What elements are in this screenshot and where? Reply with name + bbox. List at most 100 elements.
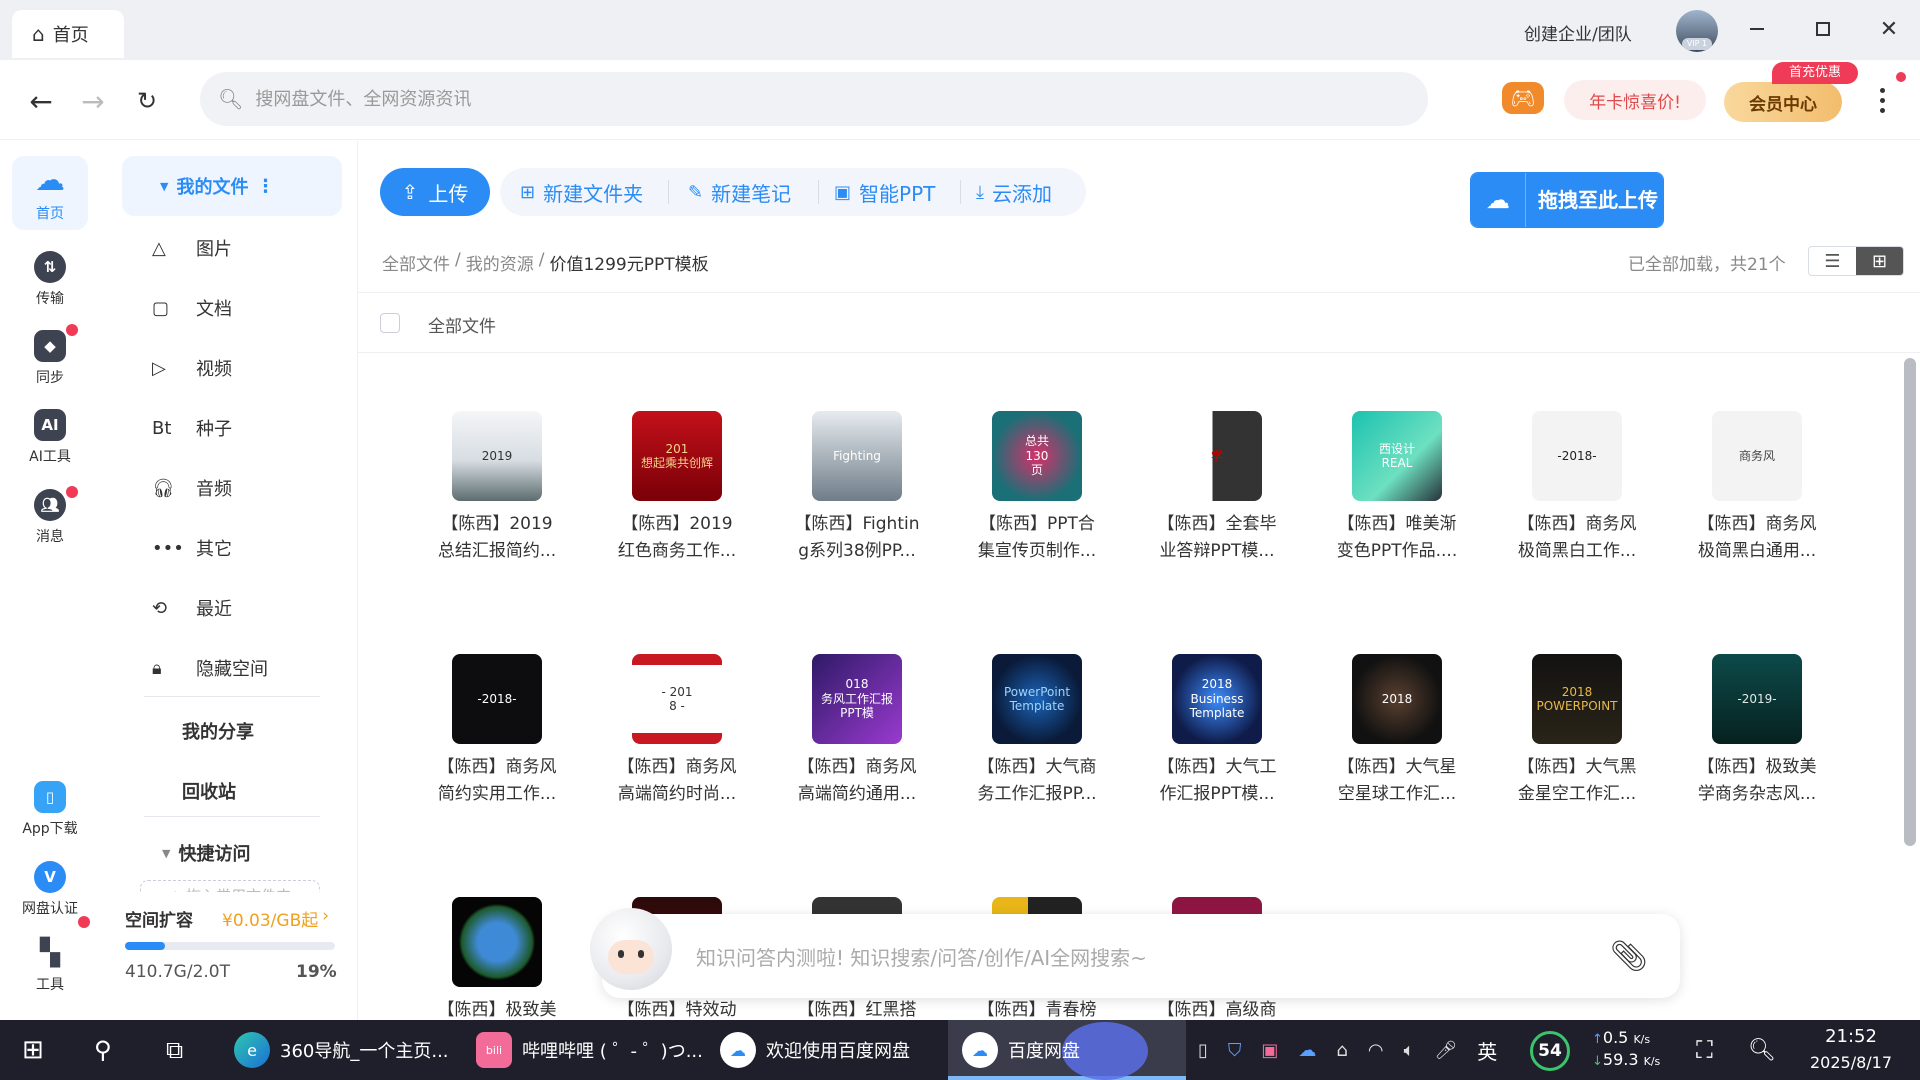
left-nav-sync[interactable]: ◆ 同步 [0, 319, 100, 397]
file-item[interactable]: -2019- 【陈西】极致美 学商务杂志风... [1682, 654, 1832, 830]
left-nav-app-download[interactable]: ▯ App下载 [0, 770, 100, 848]
magnifier-button[interactable]: 🔍︎ [1748, 1020, 1776, 1080]
avatar[interactable]: VIP 1 [1676, 10, 1718, 52]
file-item[interactable]: Fighting 【陈西】Fightin g系列38例PP... [782, 411, 932, 587]
left-nav-message[interactable]: 👥︎ 消息 [0, 478, 100, 556]
sidebar-item-pictures[interactable]: △ 图片 [150, 226, 350, 270]
taskbar-app-baidu[interactable]: ☁︎ 百度网盘 [962, 1020, 1080, 1080]
search-bar[interactable]: 🔍︎ [200, 72, 1428, 126]
wifi-icon[interactable]: ◠ [1368, 1040, 1384, 1061]
left-nav-home[interactable]: ☁︎ 首页 [0, 154, 100, 232]
task-view-icon: ⧉ [166, 1036, 184, 1064]
sidebar-item-audio[interactable]: 🎧︎ 音频 [150, 466, 350, 510]
left-nav-ai-tool[interactable]: AI AI工具 [0, 398, 100, 476]
sidebar-item-hidden[interactable]: 🔒︎ 隐藏空间 [150, 646, 350, 690]
microphone-icon[interactable]: 🎤︎ [1434, 1040, 1457, 1061]
taskbar-app-360[interactable]: e 360导航_一个主页... [234, 1020, 449, 1080]
home-tab[interactable]: ⌂ 首页 [12, 10, 124, 58]
space-expand-price-link[interactable]: ¥0.03/GB起 › [222, 906, 329, 931]
member-center-button[interactable]: 会员中心 [1724, 82, 1842, 122]
file-item[interactable]: 学【陈西】全套毕 业答辩PPT模... [1142, 411, 1292, 587]
scrollbar[interactable] [1904, 358, 1916, 846]
file-item[interactable]: 【陈西】极致美 [422, 897, 572, 1020]
upload-button[interactable]: ⇪ 上传 [380, 168, 490, 216]
create-team-link[interactable]: 创建企业/团队 [1524, 20, 1632, 45]
tray-app-icon[interactable]: ▯ [1198, 1040, 1208, 1061]
breadcrumb-my-resources[interactable]: 我的资源 [466, 250, 534, 275]
search-input[interactable] [255, 88, 1356, 110]
grid-view-button[interactable]: ⊞ [1856, 247, 1903, 275]
cloud-add-button[interactable]: ⤓ 云添加 [976, 169, 1052, 215]
file-item[interactable]: 商务风 【陈西】商务风 极简黑白通用... [1682, 411, 1832, 587]
start-button[interactable]: ⊞ [22, 1020, 44, 1080]
recycle-bin-link[interactable]: 回收站 [182, 778, 236, 804]
device-icon[interactable]: ⌂ [1336, 1040, 1347, 1061]
home-tab-label: 首页 [52, 25, 89, 46]
file-item[interactable]: -2018- 【陈西】商务风 极简黑白工作... [1502, 411, 1652, 587]
baidu-tray-icon[interactable]: ☁︎ [1298, 1040, 1316, 1061]
sidebar-item-docs[interactable]: ▢ 文档 [150, 286, 350, 330]
file-item[interactable]: 总共 130 页【陈西】PPT合 集宣传页制作... [962, 411, 1112, 587]
breadcrumb-all[interactable]: 全部文件 [382, 250, 450, 275]
bilibili-tray-icon[interactable]: ▣ [1261, 1040, 1278, 1061]
game-icon[interactable]: 🎮︎ [1502, 82, 1544, 114]
new-folder-button[interactable]: ⊞ 新建文件夹 [520, 169, 643, 215]
more-menu-button[interactable] [1868, 80, 1896, 120]
breadcrumb: 全部文件 / 我的资源 / 价值1299元PPT模板 [382, 250, 709, 275]
smart-ppt-button[interactable]: ▣ 智能PPT [834, 169, 935, 215]
left-nav-tools[interactable]: ▚ 工具 [0, 926, 100, 1004]
new-note-button[interactable]: ✎ 新建笔记 [688, 169, 791, 215]
year-card-button[interactable]: 年卡惊喜价! [1564, 80, 1706, 120]
restore-button[interactable] [1808, 14, 1838, 44]
task-view-button[interactable]: ⧉ [166, 1020, 183, 1080]
quick-access-header[interactable]: ▼ 快捷访问 [162, 840, 250, 866]
new-note-label: 新建笔记 [711, 181, 792, 206]
ime-indicator[interactable]: 英 [1477, 1036, 1497, 1065]
shield-icon[interactable]: ⛉ [1228, 1040, 1242, 1061]
file-item[interactable]: 2018 【陈西】大气星 空星球工作汇... [1322, 654, 1472, 830]
video-icon: ▷ [152, 357, 166, 379]
close-button[interactable]: ✕ [1874, 14, 1904, 44]
back-button[interactable]: ← [24, 84, 58, 118]
minimize-button[interactable] [1742, 14, 1772, 44]
file-item[interactable]: 2018 POWERPOINT 【陈西】大气黑 金星空工作汇... [1502, 654, 1652, 830]
view-toggle: ☰ ⊞ [1808, 246, 1904, 276]
drag-upload-button[interactable]: ☁︎ 拖拽至此上传 [1470, 172, 1664, 228]
file-item[interactable]: PowerPoint Template 【陈西】大气商 务工作汇报PP... [962, 654, 1112, 830]
paperclip-icon[interactable]: 📎︎ [1610, 939, 1648, 974]
sidebar-item-recent[interactable]: ⟲ 最近 [150, 586, 350, 630]
quick-access-label: 快捷访问 [178, 844, 251, 865]
file-name: 【陈西】2019 红色商务工作... [617, 514, 737, 561]
sidebar-item-torrent[interactable]: Bt 种子 [150, 406, 350, 450]
forward-button[interactable]: → [76, 84, 110, 118]
left-nav-label: 网盘认证 [22, 900, 78, 917]
file-thumbnail: 201 想起乘共创辉 [632, 411, 722, 501]
file-item[interactable]: 西设计 REAL 【陈西】唯美渐 变色PPT作品.... [1322, 411, 1472, 587]
taskbar-app-bilibili[interactable]: bili 哔哩哔哩 ( ゜- ゜)つ... [476, 1020, 703, 1080]
sidebar-item-video[interactable]: ▷ 视频 [150, 346, 350, 390]
left-nav-transfer[interactable]: ⇅ 传输 [0, 240, 100, 318]
file-item[interactable]: 2019 【陈西】2019 总结汇报简约... [422, 411, 572, 587]
taskbar-app-baidu-welcome[interactable]: ☁︎ 欢迎使用百度网盘 [720, 1020, 910, 1080]
my-files-header[interactable]: ▼ 我的文件 ⋮ [122, 156, 342, 216]
list-view-button[interactable]: ☰ [1809, 247, 1856, 275]
battery-indicator[interactable]: 54 [1530, 1031, 1570, 1071]
file-item[interactable]: 018 务风工作汇报PPT模 【陈西】商务风 高端简约通用... [782, 654, 932, 830]
ai-search-bar[interactable]: 知识问答内测啦! 知识搜索/问答/创作/AI全网搜索~ 📎︎ [602, 914, 1680, 998]
clock[interactable]: 21:52 2025/8/17 [1796, 1024, 1906, 1076]
snip-tool-button[interactable]: ⛶ [1696, 1020, 1713, 1080]
search-taskbar-button[interactable]: ⚲ [94, 1020, 112, 1080]
file-item[interactable]: -2018- 【陈西】商务风 简约实用工作... [422, 654, 572, 830]
refresh-button[interactable]: ↻ [130, 84, 164, 118]
file-item[interactable]: 2018 Business Template 【陈西】大气工 作汇报PPT模... [1142, 654, 1292, 830]
sidebar-item-other[interactable]: ••• 其它 [150, 526, 350, 570]
my-share-link[interactable]: 我的分享 [182, 718, 254, 744]
cloud-logo-icon: ☁︎ [35, 163, 65, 198]
ai-mascot[interactable] [586, 904, 676, 996]
grid-icon: ⊞ [1871, 250, 1888, 272]
file-item[interactable]: 201 想起乘共创辉【陈西】2019 红色商务工作... [602, 411, 752, 587]
file-item[interactable]: - 201 8 - 【陈西】商务风 高端简约时尚... [602, 654, 752, 830]
more-dots-icon: ••• [152, 537, 184, 559]
select-all-checkbox[interactable] [380, 313, 400, 333]
volume-icon[interactable]: 🔈︎ [1404, 1040, 1415, 1061]
